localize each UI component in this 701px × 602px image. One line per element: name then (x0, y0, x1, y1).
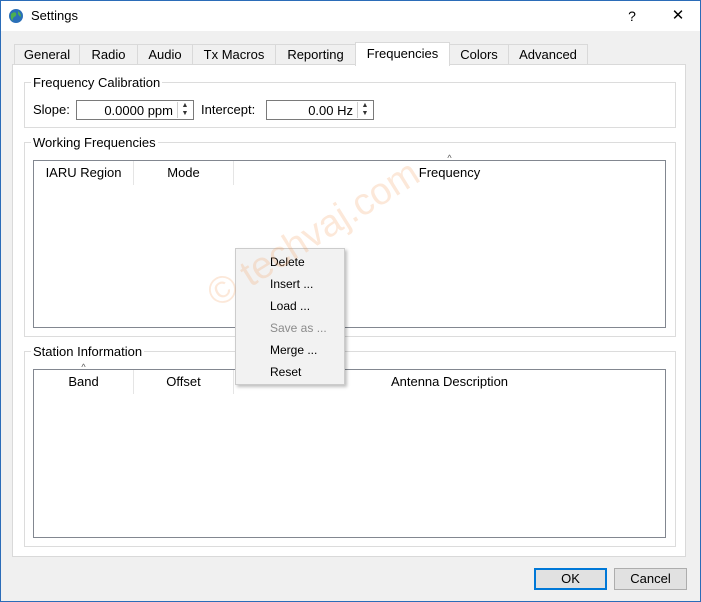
tab-radio[interactable]: Radio (79, 44, 138, 64)
working-frequencies-table[interactable]: IARU Region Mode ^ Frequency (33, 153, 666, 328)
column-header-iaru-region[interactable]: IARU Region (34, 161, 134, 185)
slope-spinbox[interactable]: 0.0000 ppm ▲ ▼ (76, 100, 194, 120)
down-arrow-icon[interactable]: ▼ (178, 110, 192, 118)
working-frequencies-title: Working Frequencies (31, 135, 158, 150)
slope-label: Slope: (33, 102, 70, 117)
column-header-mode[interactable]: Mode (134, 161, 234, 185)
tab-tx-macros[interactable]: Tx Macros (192, 44, 276, 64)
menu-item-reset[interactable]: Reset (237, 361, 343, 383)
tab-advanced[interactable]: Advanced (508, 44, 588, 64)
intercept-spinbox[interactable]: 0.00 Hz ▲ ▼ (266, 100, 374, 120)
down-arrow-icon[interactable]: ▼ (358, 110, 372, 118)
intercept-stepper[interactable]: ▲ ▼ (357, 102, 372, 118)
sort-ascending-icon: ^ (81, 362, 86, 372)
up-arrow-icon[interactable]: ▲ (358, 102, 372, 110)
column-header-frequency-label: Frequency (418, 165, 481, 180)
ok-button[interactable]: OK (534, 568, 607, 590)
window-title: Settings (31, 8, 78, 23)
cancel-button[interactable]: Cancel (614, 568, 687, 590)
title-bar[interactable] (1, 1, 700, 31)
station-information-table[interactable]: ^ Band Offset Antenna Description (33, 362, 666, 538)
menu-item-save-as[interactable]: Save as ... (237, 317, 343, 339)
column-header-band-label: Band (68, 374, 99, 389)
menu-item-load[interactable]: Load ... (237, 295, 343, 317)
app-globe-icon (8, 8, 24, 24)
frequency-calibration-title: Frequency Calibration (31, 75, 163, 90)
tab-general[interactable]: General (14, 44, 80, 64)
column-header-frequency[interactable]: ^ Frequency (234, 153, 665, 185)
close-button[interactable]: ✕ (656, 1, 700, 31)
menu-item-merge[interactable]: Merge ... (237, 339, 343, 361)
tab-audio[interactable]: Audio (137, 44, 193, 64)
menu-item-insert[interactable]: Insert ... (237, 273, 343, 295)
intercept-label: Intercept: (201, 102, 256, 117)
tab-reporting[interactable]: Reporting (275, 44, 356, 64)
up-arrow-icon[interactable]: ▲ (178, 102, 192, 110)
station-information-title: Station Information (31, 344, 145, 359)
context-menu: Delete Insert ... Load ... Save as ... M… (235, 248, 345, 385)
slope-value: 0.0000 ppm (104, 103, 173, 118)
menu-item-delete[interactable]: Delete (237, 251, 343, 273)
column-header-band[interactable]: ^ Band (34, 362, 134, 394)
sort-ascending-icon: ^ (447, 153, 452, 163)
tab-colors[interactable]: Colors (449, 44, 509, 64)
tab-frequencies[interactable]: Frequencies (355, 42, 450, 66)
slope-stepper[interactable]: ▲ ▼ (177, 102, 192, 118)
help-button[interactable]: ? (612, 1, 652, 31)
column-header-offset[interactable]: Offset (134, 370, 234, 394)
intercept-value: 0.00 Hz (308, 103, 353, 118)
